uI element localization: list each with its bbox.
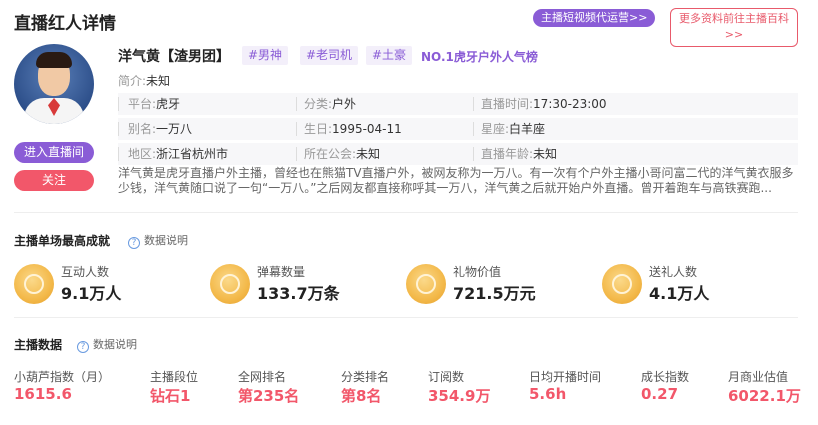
wiki-link-arrow: >> bbox=[724, 28, 744, 41]
category-label: 分类: bbox=[304, 97, 333, 111]
info-row-region: 地区:浙江省杭州市 所在公会:未知 直播年龄:未知 bbox=[118, 143, 798, 165]
page-title: 直播红人详情 bbox=[14, 14, 116, 34]
intro-label: 简介: bbox=[118, 74, 147, 88]
enter-live-room-button[interactable]: 进入直播间 bbox=[14, 142, 94, 163]
live-time-value: 17:30-23:00 bbox=[533, 97, 607, 111]
streamer-description: 洋气黄是虎牙直播户外主播，曾经也在熊猫TV直播户外，被网友称为一万八。有一次有个… bbox=[118, 166, 794, 196]
stat-value-interaction: 9.1万人 bbox=[61, 284, 122, 303]
data-value-subscribers: 354.9万 bbox=[428, 387, 491, 405]
question-icon: ? bbox=[77, 341, 89, 353]
data-label-daily-hours: 日均开播时间 bbox=[529, 370, 602, 384]
ranking-link[interactable]: NO.1虎牙户外人气榜 bbox=[421, 48, 538, 65]
agency-service-button[interactable]: 主播短视频代运营>> bbox=[533, 9, 656, 27]
data-label-xhl-index: 小葫芦指数（月） bbox=[14, 370, 111, 384]
anchor-data-title: 主播数据 bbox=[14, 338, 63, 352]
stream-age-label: 直播年龄: bbox=[481, 147, 534, 161]
stat-label-interaction: 互动人数 bbox=[61, 265, 110, 279]
anchor-data-help[interactable]: ? 数据说明 bbox=[77, 336, 137, 353]
stat-value-gift: 721.5万元 bbox=[453, 284, 536, 303]
question-icon: ? bbox=[128, 237, 140, 249]
stat-value-barrage: 133.7万条 bbox=[257, 284, 340, 303]
info-row-alias: 别名:一万八 生日:1995-04-11 星座:白羊座 bbox=[118, 118, 798, 140]
wiki-link-button[interactable]: 更多资料前往主播百科 >> bbox=[670, 8, 798, 47]
info-row-platform: 平台:虎牙 分类:户外 直播时间:17:30-23:00 bbox=[118, 93, 798, 115]
single-best-title: 主播单场最高成就 bbox=[14, 234, 111, 248]
data-value-growth: 0.27 bbox=[641, 385, 679, 403]
data-value-category-rank: 第8名 bbox=[341, 387, 382, 405]
divider bbox=[14, 212, 798, 213]
data-label-growth: 成长指数 bbox=[641, 370, 690, 384]
category-value: 户外 bbox=[332, 97, 357, 111]
stat-label-gift: 礼物价值 bbox=[453, 265, 502, 279]
data-label-global-rank: 全网排名 bbox=[238, 370, 287, 384]
interaction-medal-icon bbox=[14, 264, 54, 304]
zodiac-value: 白羊座 bbox=[509, 122, 546, 136]
data-label-category-rank: 分类排名 bbox=[341, 370, 390, 384]
data-value-daily-hours: 5.6h bbox=[529, 385, 567, 403]
tag-veteran[interactable]: #老司机 bbox=[300, 46, 359, 65]
platform-value: 虎牙 bbox=[156, 97, 181, 111]
intro: 简介:未知 bbox=[118, 72, 170, 89]
gifter-medal-icon bbox=[602, 264, 642, 304]
data-value-global-rank: 第235名 bbox=[238, 387, 300, 405]
alias-label: 别名: bbox=[128, 122, 157, 136]
region-label: 地区: bbox=[128, 147, 157, 161]
stream-age-value: 未知 bbox=[533, 147, 558, 161]
single-best-help[interactable]: ? 数据说明 bbox=[128, 232, 188, 249]
tag-handsome[interactable]: #男神 bbox=[242, 46, 289, 65]
live-time-label: 直播时间: bbox=[481, 97, 534, 111]
data-value-xhl-index: 1615.6 bbox=[14, 385, 72, 403]
streamer-name: 洋气黄【渣男团】 bbox=[118, 49, 230, 65]
data-value-valuation: 6022.1万 bbox=[728, 387, 801, 405]
stat-label-gifter: 送礼人数 bbox=[649, 265, 698, 279]
data-label-valuation: 月商业估值 bbox=[728, 370, 789, 384]
stat-value-gifter: 4.1万人 bbox=[649, 284, 710, 303]
follow-button[interactable]: 关注 bbox=[14, 170, 94, 191]
data-label-subscribers: 订阅数 bbox=[428, 370, 465, 384]
guild-label: 所在公会: bbox=[304, 147, 357, 161]
divider bbox=[14, 317, 798, 318]
data-label-tier: 主播段位 bbox=[150, 370, 199, 384]
birthday-label: 生日: bbox=[304, 122, 333, 136]
intro-value: 未知 bbox=[146, 74, 171, 88]
wiki-link-label: 更多资料前往主播百科 bbox=[679, 12, 789, 25]
description-line: 洋气黄是虎牙直播户外主播，曾经也在熊猫TV直播户外，被网友称为一万八。有一次有个… bbox=[118, 166, 794, 180]
platform-label: 平台: bbox=[128, 97, 157, 111]
gift-medal-icon bbox=[406, 264, 446, 304]
description-line: 少钱，洋气黄随口说了一句“一万八。”之后网友都直接称呼其一万八，洋气黄之后就开始… bbox=[118, 181, 772, 195]
guild-value: 未知 bbox=[356, 147, 381, 161]
alias-value: 一万八 bbox=[156, 122, 193, 136]
tag-rich[interactable]: #土豪 bbox=[366, 46, 413, 65]
avatar bbox=[14, 44, 94, 124]
birthday-value: 1995-04-11 bbox=[332, 122, 402, 136]
barrage-medal-icon bbox=[210, 264, 250, 304]
region-value: 浙江省杭州市 bbox=[156, 147, 229, 161]
data-value-tier: 钻石1 bbox=[150, 387, 191, 405]
stat-label-barrage: 弹幕数量 bbox=[257, 265, 306, 279]
zodiac-label: 星座: bbox=[481, 122, 510, 136]
